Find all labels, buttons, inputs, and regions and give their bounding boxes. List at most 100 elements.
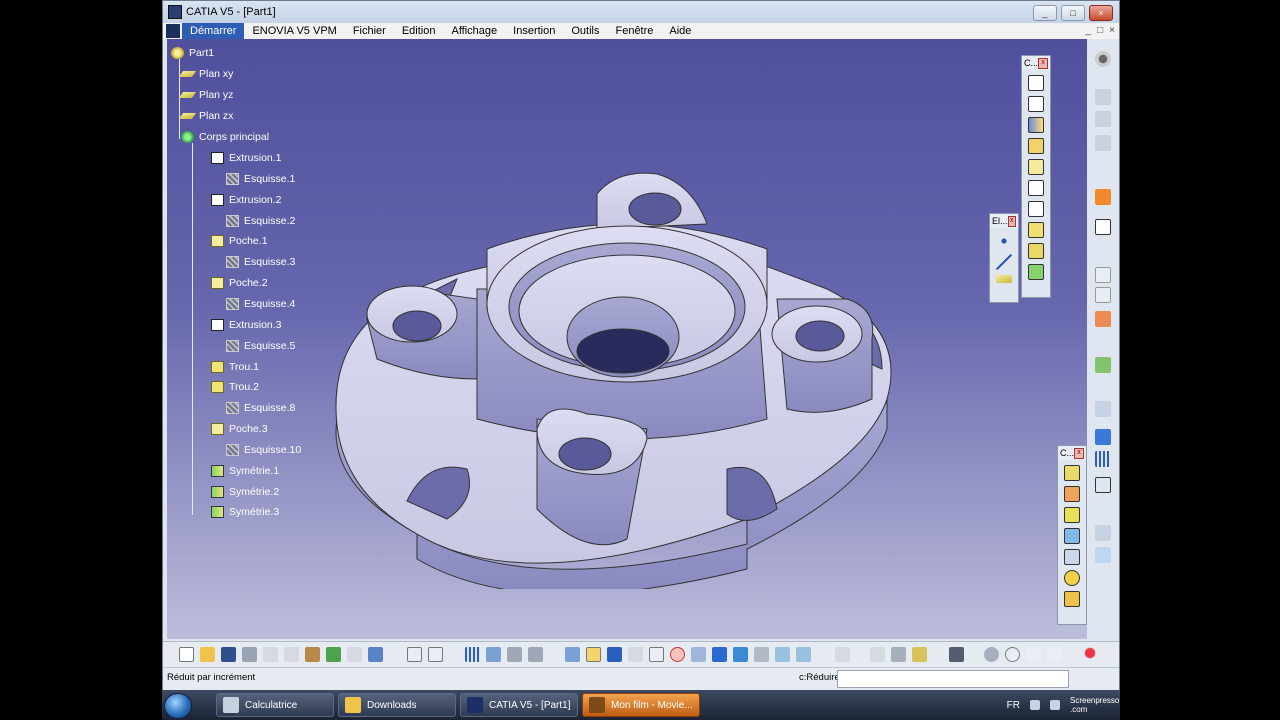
- tree-root[interactable]: Part1: [171, 47, 214, 59]
- volume-icon[interactable]: [1050, 700, 1060, 710]
- refresh-icon[interactable]: [984, 647, 999, 662]
- new-file-icon[interactable]: [179, 647, 194, 662]
- constraint-icon[interactable]: [1095, 429, 1111, 445]
- sketcher-icon[interactable]: [1095, 219, 1111, 235]
- edge-fillet-icon[interactable]: [1064, 465, 1080, 481]
- tree-item[interactable]: Trou.2: [211, 381, 259, 393]
- menu-aide[interactable]: Aide: [661, 23, 699, 39]
- tree-item[interactable]: Esquisse.5: [226, 340, 295, 352]
- close-button[interactable]: ×: [1089, 5, 1113, 21]
- axis-icon[interactable]: [1026, 647, 1041, 662]
- tree-item[interactable]: Poche.1: [211, 235, 268, 247]
- task-catia[interactable]: CATIA V5 - [Part1]: [460, 693, 578, 717]
- 3d-viewport[interactable]: Part1 Plan xy Plan yz Plan zx Corps princip…: [167, 39, 1087, 639]
- catalog-icon[interactable]: [507, 647, 522, 662]
- doc-minimize-button[interactable]: _: [1086, 23, 1092, 39]
- tree-item[interactable]: Extrusion.3: [211, 319, 282, 331]
- menu-affichage[interactable]: Affichage: [443, 23, 505, 39]
- solid-combine-icon[interactable]: [1028, 222, 1044, 238]
- undo-icon[interactable]: [347, 647, 362, 662]
- thickness-icon[interactable]: [1064, 549, 1080, 565]
- toolbar-elements-close-button[interactable]: x: [1007, 215, 1016, 227]
- tree-item[interactable]: Esquisse.1: [226, 173, 295, 185]
- tree-expand-icon[interactable]: [486, 647, 501, 662]
- fly-mode-icon[interactable]: [565, 647, 580, 662]
- tree-item[interactable]: Esquisse.3: [226, 256, 295, 268]
- paste-icon[interactable]: [305, 647, 320, 662]
- multi-view-icon[interactable]: [712, 647, 727, 662]
- measure-text-icon[interactable]: [1095, 267, 1111, 283]
- boolean-icon[interactable]: [1095, 525, 1111, 541]
- hole-icon[interactable]: [1028, 159, 1044, 175]
- plane-icon[interactable]: [996, 275, 1012, 283]
- measure-between-icon[interactable]: [835, 647, 850, 662]
- tree-item[interactable]: Corps principal: [181, 131, 269, 143]
- minimize-button[interactable]: _: [1033, 5, 1057, 21]
- pad-icon[interactable]: [1028, 75, 1044, 91]
- toolbar-dress-up-close-button[interactable]: x: [1074, 447, 1084, 459]
- transform-icon[interactable]: [1095, 477, 1111, 493]
- comment-icon[interactable]: [428, 647, 443, 662]
- groove-icon[interactable]: [1028, 138, 1044, 154]
- zoom-out-icon[interactable]: [670, 647, 685, 662]
- tree-item[interactable]: Esquisse.4: [226, 298, 295, 310]
- swap-space-icon[interactable]: [796, 647, 811, 662]
- task-calculator[interactable]: Calculatrice: [216, 693, 334, 717]
- measure-item-icon[interactable]: [870, 647, 885, 662]
- tree-item[interactable]: Symétrie.1: [211, 465, 279, 477]
- tree-item[interactable]: Poche.3: [211, 423, 268, 435]
- knowledge-icon[interactable]: [528, 647, 543, 662]
- open-folder-icon[interactable]: [200, 647, 215, 662]
- tree-item[interactable]: Esquisse.10: [226, 444, 301, 456]
- rotate-icon[interactable]: [628, 647, 643, 662]
- sketch-grid-2-icon[interactable]: [1095, 111, 1111, 127]
- compass-icon[interactable]: [1005, 647, 1020, 662]
- hide-show-icon[interactable]: [775, 647, 790, 662]
- part-model[interactable]: [327, 129, 927, 589]
- tree-item[interactable]: Plan yz: [178, 89, 233, 101]
- iso-view-icon[interactable]: [733, 647, 748, 662]
- camera-icon[interactable]: [949, 647, 964, 662]
- tree-item[interactable]: Esquisse.2: [226, 215, 295, 227]
- multi-section-solid-icon[interactable]: [1028, 243, 1044, 259]
- pocket-icon[interactable]: [1028, 96, 1044, 112]
- tree-item[interactable]: Trou.1: [211, 361, 259, 373]
- draft-icon[interactable]: [1064, 507, 1080, 523]
- units-icon[interactable]: [1047, 647, 1062, 662]
- shell-icon[interactable]: [1064, 528, 1080, 544]
- menu-edition[interactable]: Edition: [394, 23, 444, 39]
- toolbar-features-close-button[interactable]: x: [1038, 57, 1048, 69]
- copy-icon[interactable]: [284, 647, 299, 662]
- mass-properties-icon[interactable]: [891, 647, 906, 662]
- point-icon[interactable]: [996, 233, 1012, 249]
- start-button[interactable]: [164, 693, 192, 719]
- analysis-icon[interactable]: [1095, 401, 1111, 417]
- shading-icon[interactable]: [754, 647, 769, 662]
- removed-multi-section-icon[interactable]: [1028, 264, 1044, 280]
- material-icon[interactable]: [912, 647, 927, 662]
- normal-view-icon[interactable]: [691, 647, 706, 662]
- menu-fenetre[interactable]: Fenêtre: [607, 23, 661, 39]
- formula-icon[interactable]: [407, 647, 422, 662]
- cut-icon[interactable]: [263, 647, 278, 662]
- doc-close-button[interactable]: ×: [1109, 23, 1115, 39]
- pan-icon[interactable]: [607, 647, 622, 662]
- command-input[interactable]: [837, 670, 1069, 688]
- tree-item[interactable]: Symétrie.2: [211, 486, 279, 498]
- zoom-in-icon[interactable]: [649, 647, 664, 662]
- title-bar[interactable]: CATIA V5 - [Part1] _ □ ×: [163, 1, 1119, 23]
- remove-face-icon[interactable]: [1064, 591, 1080, 607]
- tree-item[interactable]: Extrusion.2: [211, 194, 282, 206]
- tree-item[interactable]: Plan zx: [178, 110, 233, 122]
- tree-item[interactable]: Esquisse.8: [226, 402, 295, 414]
- tree-item[interactable]: Symétrie.3: [211, 506, 279, 518]
- network-icon[interactable]: [1030, 700, 1040, 710]
- fit-all-icon[interactable]: [586, 647, 601, 662]
- document-icon[interactable]: [166, 24, 180, 38]
- whats-this-icon[interactable]: [368, 647, 383, 662]
- menu-insertion[interactable]: Insertion: [505, 23, 563, 39]
- shaft-icon[interactable]: [1028, 117, 1044, 133]
- tree-item[interactable]: Extrusion.1: [211, 152, 282, 164]
- surface-icon[interactable]: [1095, 357, 1111, 373]
- save-icon[interactable]: [221, 647, 236, 662]
